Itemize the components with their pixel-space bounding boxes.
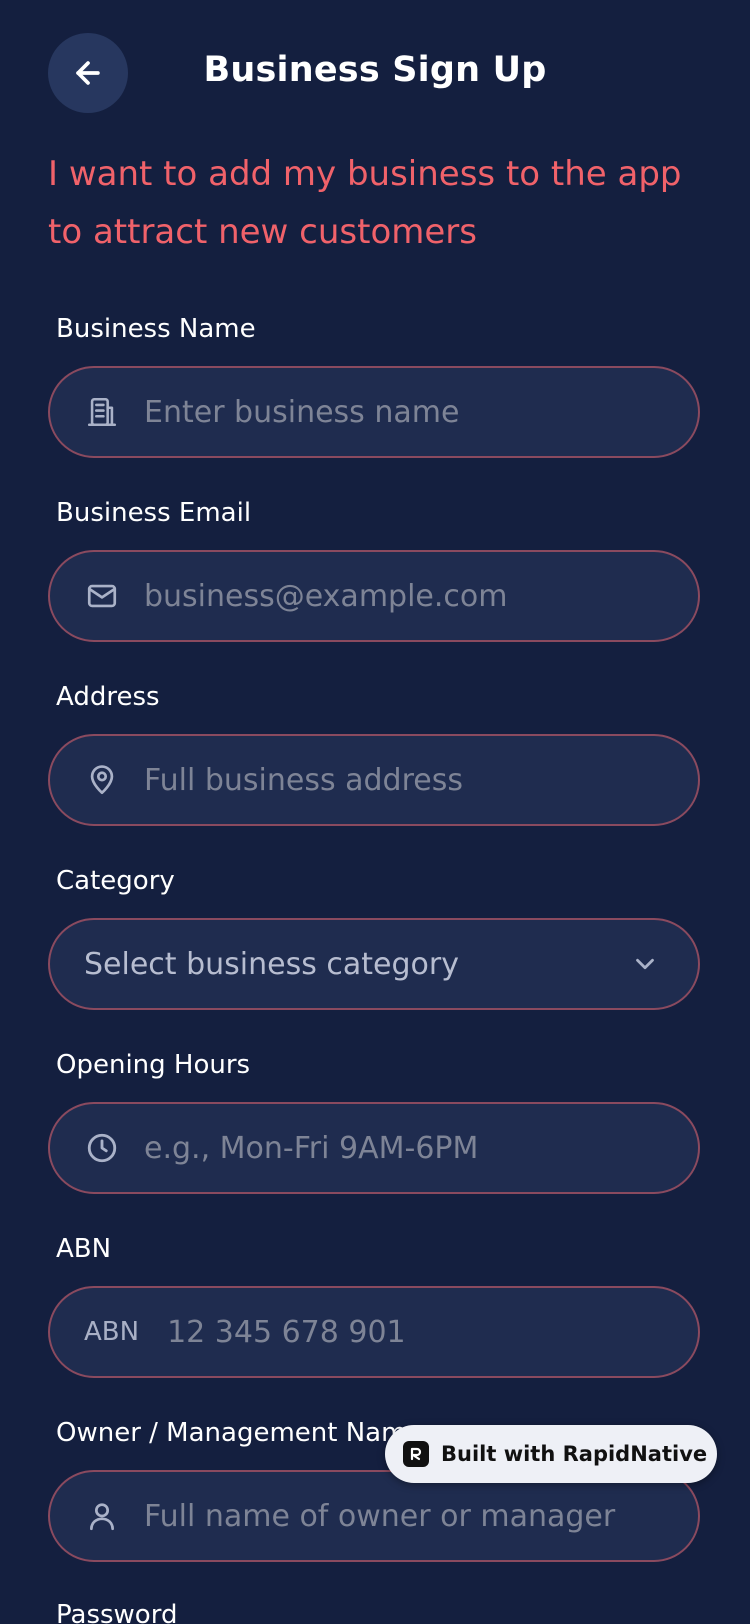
abn-prefix: ABN <box>84 1317 140 1347</box>
map-pin-icon <box>84 762 120 798</box>
abn-label: ABN <box>56 1234 112 1264</box>
business-name-label: Business Name <box>56 314 256 344</box>
owner-name-label: Owner / Management Name <box>56 1418 423 1448</box>
abn-input[interactable] <box>167 1302 668 1362</box>
password-label: Password <box>56 1600 178 1624</box>
address-label: Address <box>56 682 160 712</box>
built-with-rapidnative-badge[interactable]: Built with RapidNative <box>385 1425 717 1483</box>
business-email-input[interactable] <box>144 566 668 626</box>
address-field[interactable] <box>48 734 700 826</box>
opening-hours-input[interactable] <box>144 1118 668 1178</box>
business-email-field[interactable] <box>48 550 700 642</box>
opening-hours-label: Opening Hours <box>56 1050 251 1080</box>
category-select[interactable]: Select business category <box>48 918 700 1010</box>
owner-name-field[interactable] <box>48 1470 700 1562</box>
chevron-down-icon <box>630 949 660 979</box>
business-name-field[interactable] <box>48 366 700 458</box>
owner-name-input[interactable] <box>144 1486 668 1546</box>
user-icon <box>84 1498 120 1534</box>
badge-text: Built with RapidNative <box>441 1442 708 1466</box>
abn-field[interactable]: ABN <box>48 1286 700 1378</box>
page-title: Business Sign Up <box>203 50 547 90</box>
building-icon <box>84 394 120 430</box>
mail-icon <box>84 578 120 614</box>
opening-hours-field[interactable] <box>48 1102 700 1194</box>
rapidnative-logo-icon <box>403 1441 429 1467</box>
business-signup-screen: Business Sign Up I want to add my busine… <box>0 0 750 1624</box>
header: Business Sign Up <box>0 0 750 150</box>
clock-icon <box>84 1130 120 1166</box>
business-email-label: Business Email <box>56 498 252 528</box>
address-input[interactable] <box>144 750 668 810</box>
business-name-input[interactable] <box>144 382 668 442</box>
category-label: Category <box>56 866 175 896</box>
tagline: I want to add my business to the app to … <box>48 154 682 252</box>
category-selected-value: Select business category <box>84 946 459 982</box>
